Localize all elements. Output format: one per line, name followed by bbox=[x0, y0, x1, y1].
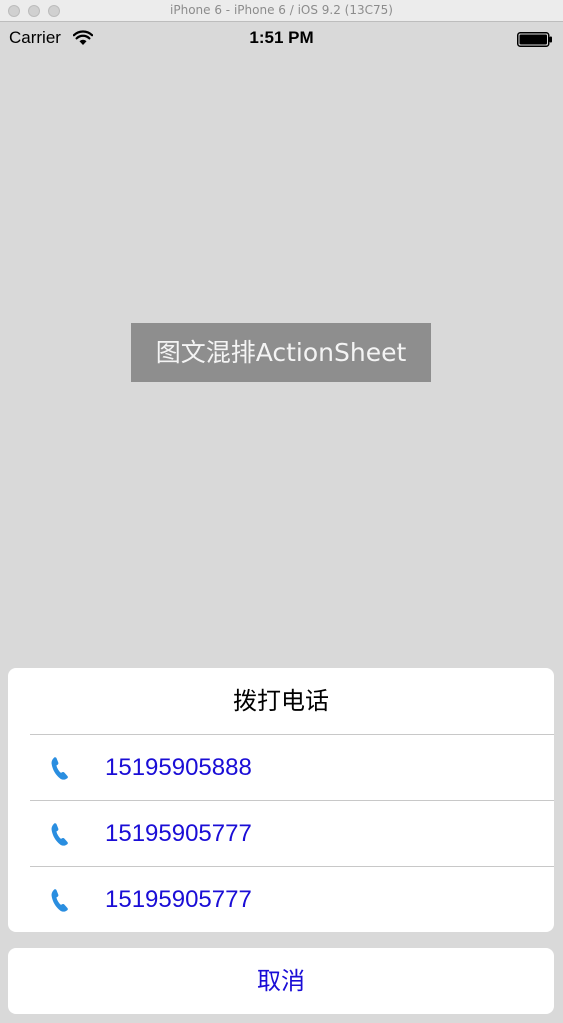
phone-number-label: 15195905777 bbox=[105, 820, 252, 847]
battery-icon bbox=[517, 32, 552, 47]
status-time: 1:51 PM bbox=[249, 28, 314, 47]
action-sheet-item[interactable]: 15195905777 bbox=[30, 866, 554, 932]
phone-number-label: 15195905777 bbox=[105, 886, 252, 913]
action-sheet: 拨打电话 15195905888 15195905777 15195905777 bbox=[8, 668, 554, 932]
phone-icon bbox=[51, 889, 68, 912]
image-text-actionsheet-button[interactable]: 图文混排ActionSheet bbox=[131, 323, 431, 382]
action-sheet-title: 拨打电话 bbox=[233, 687, 329, 715]
simulator-title-bar: iPhone 6 - iPhone 6 / iOS 9.2 (13C75) bbox=[0, 0, 563, 22]
phone-icon bbox=[51, 757, 68, 780]
phone-icon bbox=[51, 823, 68, 846]
cancel-button[interactable]: 取消 bbox=[8, 948, 554, 1014]
phone-number-label: 15195905888 bbox=[105, 754, 252, 781]
action-sheet-item[interactable]: 15195905777 bbox=[30, 800, 554, 867]
action-sheet-item[interactable]: 15195905888 bbox=[30, 734, 554, 801]
status-bar: Carrier 1:51 PM bbox=[0, 22, 563, 56]
window-title: iPhone 6 - iPhone 6 / iOS 9.2 (13C75) bbox=[170, 3, 393, 17]
